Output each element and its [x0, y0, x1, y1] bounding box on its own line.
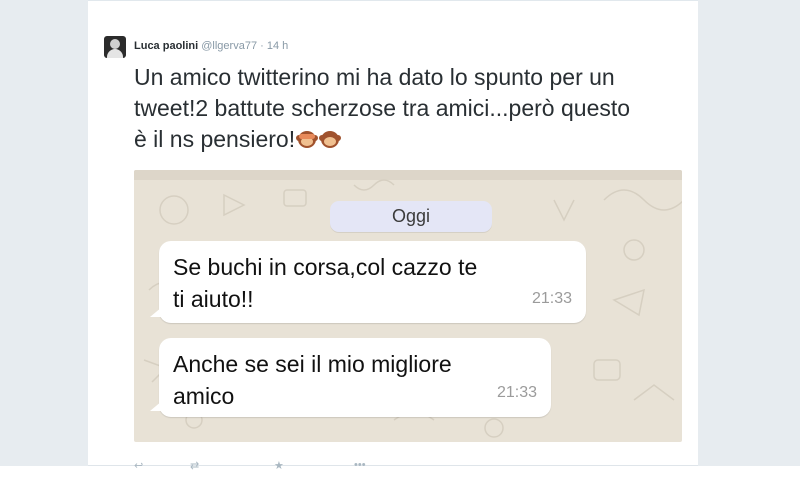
tweet-header: Luca paolini @llgerva77 · 14 h	[134, 40, 288, 52]
page-background-left	[0, 0, 88, 484]
author-handle[interactable]: @llgerva77	[201, 40, 257, 52]
chat-message-bubble: Anche se sei il mio migliore amico 21:33	[150, 338, 551, 417]
avatar[interactable]	[104, 36, 126, 58]
chat-message-text: Se buchi in corsa,col cazzo te ti aiuto!…	[173, 251, 477, 315]
emoji-hands	[299, 134, 316, 139]
chat-message-line: amico	[173, 383, 235, 409]
chat-screenshot-image[interactable]: Oggi Se buchi in corsa,col cazzo te ti a…	[134, 170, 682, 442]
page-background-right	[698, 0, 800, 484]
below-card-area	[0, 466, 800, 484]
chat-message-time: 21:33	[531, 290, 572, 307]
more-icon[interactable]: •••	[354, 459, 366, 471]
favorite-icon[interactable]: ★	[274, 459, 284, 472]
emoji-muzzle	[324, 137, 337, 146]
chat-message-text: Anche se sei il mio migliore amico	[173, 348, 452, 412]
author-name[interactable]: Luca paolini	[134, 40, 198, 52]
tweet-text-body: Un amico twitterino mi ha dato lo spunto…	[134, 64, 631, 152]
avatar-body	[107, 49, 123, 58]
chat-message-line: Anche se sei il mio migliore	[173, 351, 452, 377]
chat-message-line: Se buchi in corsa,col cazzo te	[173, 254, 478, 280]
chat-message-bubble: Se buchi in corsa,col cazzo te ti aiuto!…	[150, 241, 586, 323]
chat-date-pill: Oggi	[330, 201, 492, 232]
avatar-head	[110, 39, 120, 49]
monkey-face-icon	[319, 129, 342, 149]
see-no-evil-monkey-icon	[296, 129, 319, 149]
bubble-tail	[150, 307, 162, 317]
retweet-icon[interactable]: ⇄	[190, 459, 199, 472]
separator-dot: ·	[260, 40, 264, 52]
bubble-tail	[150, 401, 162, 411]
reply-icon[interactable]: ↩	[134, 459, 143, 472]
chat-message-time: 21:33	[496, 384, 537, 401]
tweet-timestamp[interactable]: 14 h	[267, 40, 288, 52]
tweet-text: Un amico twitterino mi ha dato lo spunto…	[134, 62, 634, 155]
chat-message-line: ti aiuto!!	[173, 286, 254, 312]
